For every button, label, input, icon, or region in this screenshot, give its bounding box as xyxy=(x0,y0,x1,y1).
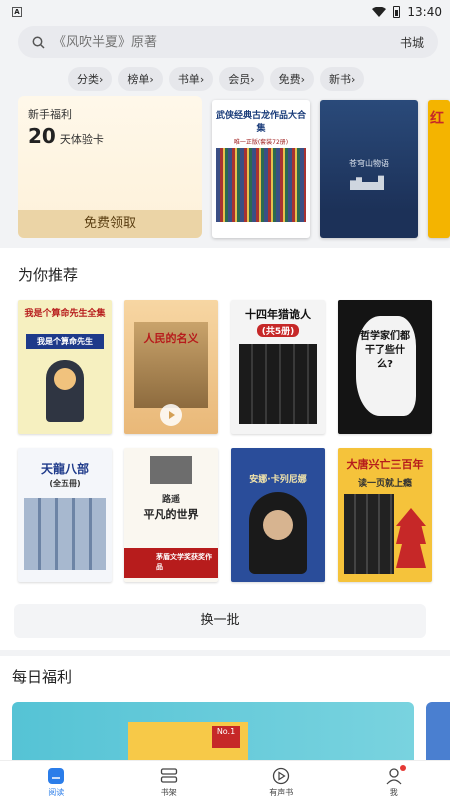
book-card[interactable]: 天龍八部 (全五冊) xyxy=(18,448,112,582)
search-input[interactable] xyxy=(53,34,400,50)
newbie-title: 新手福利 xyxy=(28,108,72,121)
book-card[interactable]: 人民的名义 xyxy=(124,300,218,434)
category-chips: 分类 › 榜单 › 书单 › 会员 › 免费 › 新书 › xyxy=(68,67,365,91)
cover-art xyxy=(216,148,306,222)
banner: 新手福利 20 天体验卡 免费领取 武侠经典古龙作品大合集 唯一正版(套装72册… xyxy=(18,96,450,244)
status-time: 13:40 xyxy=(407,5,442,19)
notification-icon: A xyxy=(12,7,22,17)
promo-card[interactable] xyxy=(426,702,450,760)
section-title: 为你推荐 xyxy=(18,266,79,284)
face-illustration xyxy=(263,510,293,540)
read-icon xyxy=(48,768,65,784)
chip-free[interactable]: 免费 › xyxy=(269,67,315,91)
notification-dot xyxy=(400,765,406,771)
wifi-icon xyxy=(372,7,387,17)
nav-read[interactable]: 阅读 xyxy=(0,761,113,800)
book-card[interactable]: 十四年猎诡人 (共5册) xyxy=(231,300,325,434)
play-icon[interactable] xyxy=(160,404,182,426)
trial-days: 20 xyxy=(28,124,56,148)
nav-audiobook[interactable]: 有声书 xyxy=(225,761,338,800)
books-stack-illustration xyxy=(239,344,317,424)
face-illustration xyxy=(54,368,76,390)
recommend-section: 为你推荐 我是个算命先生全集 我是个算命先生 人民的名义 十四年猎诡人 (共5册… xyxy=(0,248,450,650)
banner-book[interactable]: 红 xyxy=(428,100,450,238)
book-card[interactable]: 大唐兴亡三百年 读一页就上瘾 xyxy=(338,448,432,582)
chip-booklist[interactable]: 书单 › xyxy=(168,67,214,91)
books-stack-illustration xyxy=(24,498,106,570)
castle-illustration xyxy=(350,175,384,190)
book-card[interactable]: 我是个算命先生全集 我是个算命先生 xyxy=(18,300,112,434)
newbie-welfare-card[interactable]: 新手福利 20 天体验卡 免费领取 xyxy=(18,96,202,238)
book-card[interactable]: 哲学家们都干了些什么? xyxy=(338,300,432,434)
nav-bookshelf[interactable]: 书架 xyxy=(113,761,226,800)
banner-book[interactable]: 武侠经典古龙作品大合集 唯一正版(套装72册) xyxy=(212,100,310,238)
trial-label: 天体验卡 xyxy=(59,133,104,146)
book-card[interactable]: 安娜·卡列尼娜 xyxy=(231,448,325,582)
book-card[interactable]: 路遥 平凡的世界 茅盾文学奖获奖作品 xyxy=(124,448,218,582)
cover-art xyxy=(150,456,192,484)
audiobook-icon xyxy=(273,767,290,785)
status-bar: A 13:40 xyxy=(0,0,450,24)
refresh-button[interactable]: 换一批 xyxy=(14,604,426,638)
search-icon xyxy=(32,36,45,49)
bookshelf-icon xyxy=(160,768,177,783)
claim-free-button[interactable]: 免费领取 xyxy=(18,210,202,238)
pagoda-illustration xyxy=(396,508,426,568)
search-bar[interactable]: 书城 xyxy=(18,26,438,58)
nav-profile[interactable]: 我 xyxy=(338,761,450,800)
promo-card[interactable]: No.1 xyxy=(12,702,414,760)
battery-icon xyxy=(393,6,401,18)
books-stack-illustration xyxy=(344,494,394,574)
bookstore-link[interactable]: 书城 xyxy=(400,34,424,51)
promo-badge: No.1 xyxy=(212,726,240,748)
daily-welfare-section: 每日福利 No.1 xyxy=(0,656,450,760)
chip-category[interactable]: 分类 › xyxy=(68,67,113,91)
chip-newbooks[interactable]: 新书 › xyxy=(320,67,365,91)
banner-book[interactable]: 苍穹山物语 xyxy=(320,100,418,238)
chip-member[interactable]: 会员 › xyxy=(219,67,264,91)
bottom-nav: 阅读 书架 有声书 我 xyxy=(0,760,450,800)
chip-ranking[interactable]: 榜单 › xyxy=(118,67,163,91)
section-title: 每日福利 xyxy=(12,668,73,686)
